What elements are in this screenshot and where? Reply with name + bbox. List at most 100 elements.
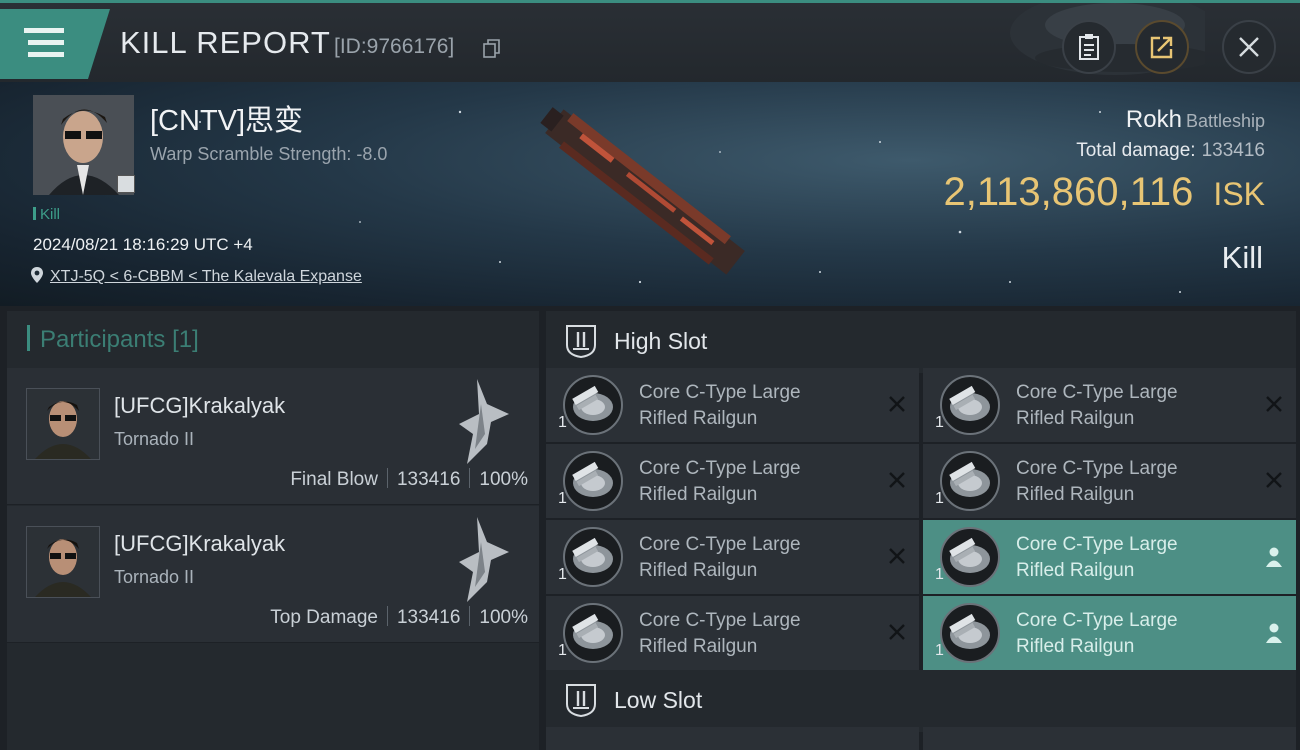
low-slot-header: Low Slot: [546, 670, 1296, 732]
high-slot-module[interactable]: 1 Core C-Type Large Rifled Railgun: [546, 596, 919, 670]
low-slot-icon: [566, 684, 596, 718]
isk-value: 2,113,860,116 ISK: [943, 170, 1265, 214]
module-name: Core C-Type Large Rifled Railgun: [639, 458, 801, 505]
pilot-portrait-image: [27, 389, 99, 459]
destroyed-icon: [1266, 472, 1282, 488]
result-label: Kill: [1221, 240, 1263, 275]
module-quantity: 1: [935, 642, 944, 659]
module-status: [887, 546, 907, 570]
kill-tag: Kill: [33, 206, 60, 223]
share-button[interactable]: [1135, 20, 1189, 74]
location-text[interactable]: XTJ-5Q < 6-CBBM < The Kalevala Expanse: [50, 268, 362, 285]
location-pin-icon: [31, 267, 43, 283]
railgun-module-icon: [940, 527, 1000, 587]
module-name: Core C-Type Large Rifled Railgun: [639, 534, 801, 581]
module-quantity: 1: [558, 642, 567, 659]
pilot-portrait-image: [27, 527, 99, 597]
participant-avatar: [26, 526, 100, 598]
module-image: [562, 526, 624, 588]
module-image: [562, 374, 624, 436]
module-name: Core C-Type Large Rifled Railgun: [639, 382, 801, 429]
share-icon: [1150, 36, 1173, 59]
high-slot-label: High Slot: [614, 328, 708, 354]
high-slot-module[interactable]: 1 Core C-Type Large Rifled Railgun: [546, 444, 919, 518]
clipboard-button[interactable]: [1062, 20, 1116, 74]
railgun-module-icon: [940, 451, 1000, 511]
high-slot-module[interactable]: 1 Core C-Type Large Rifled Railgun: [546, 520, 919, 594]
destroyed-icon: [889, 396, 905, 412]
copy-icon[interactable]: [483, 39, 501, 59]
portrait-badge-icon: [117, 175, 135, 193]
high-slot-icon: [566, 325, 596, 359]
high-slot-header: High Slot: [546, 311, 1296, 373]
participants-header: Participants [1]: [27, 325, 199, 354]
participant-row[interactable]: [UFCG]Krakalyak Tornado II Final Blow 133…: [7, 368, 539, 505]
module-quantity: 1: [935, 414, 944, 431]
dropped-person-icon: [1266, 547, 1282, 567]
kill-datetime: 2024/08/21 18:16:29 UTC +4: [33, 235, 253, 254]
module-image: [562, 450, 624, 512]
participants-panel: Participants [1] [UFCG]Krakalyak Tornado…: [7, 311, 539, 750]
destroyed-icon: [1266, 396, 1282, 412]
destroyed-icon: [889, 472, 905, 488]
destroyed-icon: [889, 548, 905, 564]
report-id: [ID:9766176]: [334, 35, 455, 58]
high-slot-module[interactable]: 1 Core C-Type Large Rifled Railgun: [546, 368, 919, 442]
low-slot-label: Low Slot: [614, 687, 703, 713]
module-status: [887, 470, 907, 494]
module-image: [939, 374, 1001, 436]
railgun-module-icon: [940, 375, 1000, 435]
high-slot-module[interactable]: 1 Core C-Type Large Rifled Railgun: [923, 596, 1296, 670]
module-status: [887, 394, 907, 418]
participant-ship: Tornado II: [114, 429, 195, 449]
module-status: [1264, 546, 1284, 572]
module-name: Core C-Type Large Rifled Railgun: [1016, 458, 1178, 505]
menu-button[interactable]: [0, 9, 110, 79]
high-slot-module[interactable]: 1 Core C-Type Large Rifled Railgun: [923, 520, 1296, 594]
high-slot-module[interactable]: 1 Core C-Type Large Rifled Railgun: [923, 444, 1296, 518]
module-name: Core C-Type Large Rifled Railgun: [1016, 382, 1178, 429]
ship-name: Rokh Battleship: [1125, 106, 1265, 133]
railgun-module-icon: [940, 603, 1000, 663]
participant-name[interactable]: [UFCG]Krakalyak: [114, 531, 285, 557]
module-status: [1264, 622, 1284, 648]
module-image: [939, 450, 1001, 512]
module-name: Core C-Type Large Rifled Railgun: [1016, 534, 1178, 581]
destroyed-icon: [889, 624, 905, 640]
clipboard-icon: [1079, 34, 1099, 60]
location-link[interactable]: XTJ-5Q < 6-CBBM < The Kalevala Expanse: [30, 266, 362, 286]
module-status: [1264, 394, 1284, 418]
hamburger-menu-icon: [0, 9, 110, 79]
railgun-module-icon: [563, 375, 623, 435]
high-slot-module[interactable]: 1 Core C-Type Large Rifled Railgun: [923, 368, 1296, 442]
participant-stats: Top Damage 133416 100%: [270, 606, 528, 628]
participant-row[interactable]: [UFCG]Krakalyak Tornado II Top Damage 133…: [7, 506, 539, 643]
participant-stats: Final Blow 133416 100%: [290, 468, 528, 490]
close-icon: [1239, 37, 1259, 57]
close-button[interactable]: [1222, 20, 1276, 74]
railgun-module-icon: [563, 603, 623, 663]
low-slot-module-partial[interactable]: [923, 727, 1296, 750]
module-quantity: 1: [558, 566, 567, 583]
victim-ship-image: [540, 107, 745, 275]
module-quantity: 1: [935, 490, 944, 507]
participant-ship: Tornado II: [114, 567, 195, 587]
module-quantity: 1: [558, 490, 567, 507]
participant-ship-image: [459, 379, 509, 464]
participant-avatar: [26, 388, 100, 460]
participant-ship-image: [459, 517, 509, 602]
warp-scramble-strength: Warp Scramble Strength: -8.0: [150, 144, 388, 164]
module-image: [939, 526, 1001, 588]
module-name: Core C-Type Large Rifled Railgun: [639, 610, 801, 657]
victim-banner: [CNTV]思变 Warp Scramble Strength: -8.0 Ki…: [0, 82, 1300, 306]
module-image: [562, 602, 624, 664]
module-quantity: 1: [558, 414, 567, 431]
module-status: [887, 622, 907, 646]
total-damage: Total damage: 133416: [1076, 140, 1265, 161]
top-bar: KILL REPORT [ID:9766176]: [0, 0, 1300, 82]
victim-name[interactable]: [CNTV]思变: [150, 97, 303, 139]
module-name: Core C-Type Large Rifled Railgun: [1016, 610, 1178, 657]
participant-name[interactable]: [UFCG]Krakalyak: [114, 393, 285, 419]
low-slot-module-partial[interactable]: [546, 727, 919, 750]
module-status: [1264, 470, 1284, 494]
